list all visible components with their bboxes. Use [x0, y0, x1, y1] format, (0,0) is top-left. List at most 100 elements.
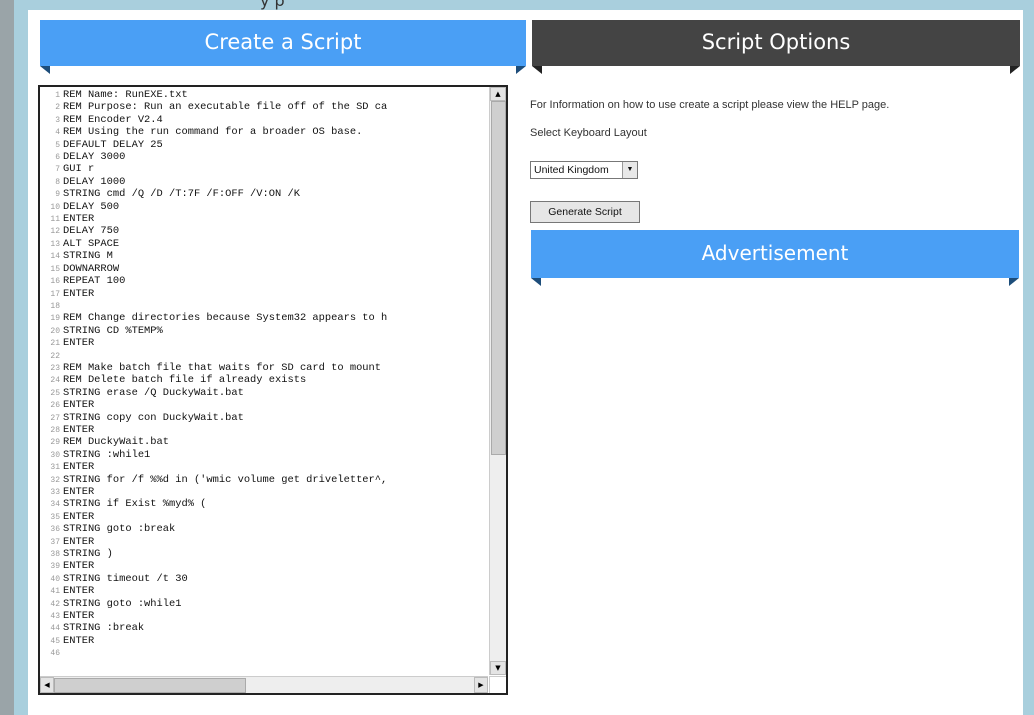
code-line: 11 ENTER: [40, 213, 488, 225]
top-cropped-strip: y p: [0, 0, 1034, 10]
code-line: 31 ENTER: [40, 461, 488, 473]
code-text: REM Using the run command for a broader …: [63, 126, 363, 139]
code-line: 5 DEFAULT DELAY 25: [40, 139, 488, 151]
code-text: REM Purpose: Run an executable file off …: [63, 101, 388, 114]
line-number: 36: [50, 525, 60, 535]
code-line: 19 REM Change directories because System3…: [40, 312, 488, 324]
chevron-down-icon[interactable]: ▼: [622, 162, 637, 178]
create-script-banner: Create a Script: [40, 20, 526, 74]
code-text: STRING M: [63, 250, 113, 263]
code-line: 2 REM Purpose: Run an executable file off…: [40, 101, 488, 113]
line-number: 9: [55, 190, 60, 200]
line-number: 2: [55, 103, 60, 113]
line-number: 34: [50, 500, 60, 510]
ribbon-fold-left: [531, 278, 541, 286]
code-line: 14 STRING M: [40, 250, 488, 262]
line-number: 41: [50, 587, 60, 597]
line-number: 14: [50, 252, 60, 262]
line-number: 31: [50, 463, 60, 473]
code-line: 25 STRING erase /Q DuckyWait.bat: [40, 387, 488, 399]
code-line: 10 DELAY 500: [40, 201, 488, 213]
code-text: REM Change directories because System32 …: [63, 312, 388, 325]
script-editor[interactable]: 1 REM Name: RunEXE.txt 2 REM Purpose: Run a…: [38, 85, 508, 695]
code-line: 4 REM Using the run command for a broader…: [40, 126, 488, 138]
keyboard-layout-label: Select Keyboard Layout: [530, 127, 647, 139]
code-text: STRING ): [63, 548, 113, 561]
code-line: 16 REPEAT 100: [40, 275, 488, 287]
code-text: ENTER: [63, 399, 95, 412]
code-line: 6 DELAY 3000: [40, 151, 488, 163]
code-text: ENTER: [63, 560, 95, 573]
code-text: REM Name: RunEXE.txt: [63, 89, 188, 101]
left-page-border: [0, 0, 14, 715]
code-line: 15 DOWNARROW: [40, 263, 488, 275]
code-line: 40 STRING timeout /t 30: [40, 573, 488, 585]
code-text: STRING if Exist %myd% (: [63, 498, 207, 511]
code-line: 17 ENTER: [40, 288, 488, 300]
code-text: STRING for /f %%d in ('wmic volume get d…: [63, 473, 388, 486]
code-text: ENTER: [63, 585, 95, 598]
code-line: 22: [40, 350, 488, 362]
code-text: ENTER: [63, 610, 95, 623]
scroll-right-arrow-icon[interactable]: ▶: [474, 677, 488, 693]
page-content: Create a Script Script Options 1 REM Name…: [28, 10, 1023, 715]
script-options-title: Script Options: [701, 30, 851, 54]
scroll-down-arrow-icon[interactable]: ▼: [490, 661, 506, 675]
ribbon-fold-right: [516, 66, 526, 74]
code-line: 23 REM Make batch file that waits for SD …: [40, 362, 488, 374]
code-line: 30 STRING :while1: [40, 449, 488, 461]
code-text: STRING goto :while1: [63, 597, 182, 610]
code-text: STRING goto :break: [63, 523, 176, 536]
code-area[interactable]: 1 REM Name: RunEXE.txt 2 REM Purpose: Run a…: [40, 89, 488, 675]
code-line: 18: [40, 300, 488, 312]
code-line: 9 STRING cmd /Q /D /T:7F /F:OFF /V:ON /K: [40, 188, 488, 200]
code-line: 44 STRING :break: [40, 622, 488, 634]
code-text: REPEAT 100: [63, 275, 126, 288]
code-line: 36 STRING goto :break: [40, 523, 488, 535]
ribbon-fold-left: [40, 66, 50, 74]
generate-script-button[interactable]: Generate Script: [530, 201, 640, 223]
code-text: STRING :break: [63, 622, 145, 635]
code-line: 1 REM Name: RunEXE.txt: [40, 89, 488, 101]
code-text: ENTER: [63, 535, 95, 548]
line-number: 39: [50, 562, 60, 572]
code-line: 39 ENTER: [40, 560, 488, 572]
code-text: DEFAULT DELAY 25: [63, 138, 163, 151]
ribbon-fold-right: [1009, 278, 1019, 286]
code-text: ENTER: [63, 510, 95, 523]
code-line: 38 STRING ): [40, 548, 488, 560]
code-line: 20 STRING CD %TEMP%: [40, 325, 488, 337]
code-line: 35 ENTER: [40, 511, 488, 523]
line-number: 21: [50, 339, 60, 349]
create-script-title: Create a Script: [204, 30, 362, 54]
code-line: 26 ENTER: [40, 399, 488, 411]
code-text: DELAY 750: [63, 225, 120, 238]
vertical-scrollbar[interactable]: ▲ ▼: [489, 87, 506, 675]
scroll-up-arrow-icon[interactable]: ▲: [490, 87, 506, 101]
code-line: 37 ENTER: [40, 536, 488, 548]
horizontal-scrollbar[interactable]: ◀ ▶: [40, 676, 488, 693]
line-number: 46: [50, 649, 60, 659]
code-line: 27 STRING copy con DuckyWait.bat: [40, 412, 488, 424]
keyboard-layout-value: United Kingdom: [534, 164, 609, 176]
keyboard-layout-select[interactable]: United Kingdom ▼: [530, 161, 638, 179]
horizontal-scroll-thumb[interactable]: [54, 678, 246, 693]
code-text: REM Make batch file that waits for SD ca…: [63, 361, 382, 374]
code-line: 7 GUI r: [40, 163, 488, 175]
code-line: 46: [40, 647, 488, 659]
code-text: ENTER: [63, 213, 95, 226]
line-number: 4: [55, 128, 60, 138]
code-line: 43 ENTER: [40, 610, 488, 622]
code-text: STRING cmd /Q /D /T:7F /F:OFF /V:ON /K: [63, 188, 300, 201]
line-number: 19: [50, 314, 60, 324]
line-number: 24: [50, 376, 60, 386]
code-line: 33 ENTER: [40, 486, 488, 498]
ribbon-fold-left: [532, 66, 542, 74]
ribbon-fold-right: [1010, 66, 1020, 74]
code-line: 13 ALT SPACE: [40, 238, 488, 250]
help-info-text: For Information on how to use create a s…: [530, 99, 890, 111]
code-text: STRING erase /Q DuckyWait.bat: [63, 386, 244, 399]
scroll-left-arrow-icon[interactable]: ◀: [40, 677, 54, 693]
vertical-scroll-thumb[interactable]: [491, 101, 506, 455]
code-line: 34 STRING if Exist %myd% (: [40, 498, 488, 510]
